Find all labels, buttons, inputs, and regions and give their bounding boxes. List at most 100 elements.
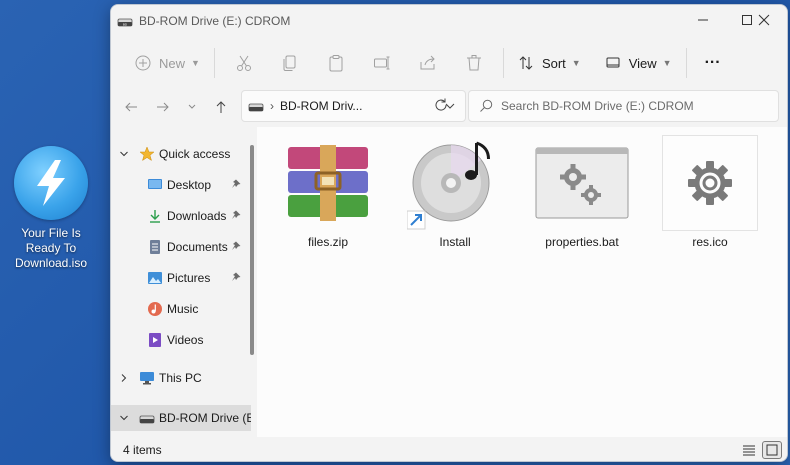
breadcrumb[interactable]: BD-ROM Driv... xyxy=(280,99,362,113)
sidebar-item-quick-access[interactable]: Quick access xyxy=(111,141,251,167)
pin-icon xyxy=(231,209,241,223)
bd-rom-drive-icon xyxy=(248,103,264,112)
details-view-button[interactable] xyxy=(739,441,759,459)
file-explorer-window: BD BD-ROM Drive (E:) CDROM New ▼ Sort ▼ … xyxy=(110,4,788,462)
status-bar: 4 items xyxy=(111,437,787,461)
view-button[interactable]: View ▼ xyxy=(597,47,680,79)
bd-rom-drive-icon: BD xyxy=(117,18,133,27)
sidebar-item-this-pc[interactable]: This PC xyxy=(111,365,251,391)
chevron-down-icon xyxy=(120,415,128,421)
winrar-archive-icon xyxy=(280,135,376,231)
view-icon xyxy=(606,57,620,68)
file-item[interactable]: files.zip xyxy=(273,135,383,249)
rename-icon xyxy=(373,56,390,70)
sidebar-item-label: Documents xyxy=(167,240,228,254)
sidebar-item-documents[interactable]: Documents xyxy=(111,234,251,260)
details-view-icon xyxy=(743,445,755,456)
back-button[interactable] xyxy=(115,92,147,122)
chevron-right-icon xyxy=(121,374,127,382)
title-bar: BD BD-ROM Drive (E:) CDROM xyxy=(111,5,787,37)
window-title: BD-ROM Drive (E:) CDROM xyxy=(139,14,291,28)
computer-icon xyxy=(139,370,155,386)
navigation-pane: Quick access Desktop Downloads Documents… xyxy=(111,127,254,437)
pin-icon xyxy=(231,271,241,285)
new-label: New xyxy=(159,55,186,71)
star-icon xyxy=(139,146,155,162)
recent-locations-button[interactable] xyxy=(179,92,205,122)
copy-icon xyxy=(283,55,296,71)
sidebar-item-label: BD-ROM Drive (E xyxy=(159,411,251,425)
cut-button[interactable] xyxy=(221,47,267,79)
search-icon xyxy=(480,99,493,112)
sidebar-item-music[interactable]: Music xyxy=(111,296,251,322)
paste-button[interactable] xyxy=(313,47,359,79)
sidebar-item-bd-rom-drive[interactable]: BD-ROM Drive (E xyxy=(111,405,251,431)
more-options-button[interactable]: ··· xyxy=(693,47,733,79)
toolbar-divider xyxy=(502,48,504,78)
chevron-down-icon: ▼ xyxy=(191,58,200,68)
more-icon: ··· xyxy=(704,54,721,71)
sidebar-item-label: Music xyxy=(167,302,199,316)
desktop-iso-file[interactable]: Your File Is Ready To Download.iso xyxy=(6,146,96,271)
videos-icon xyxy=(147,332,163,348)
file-item[interactable]: Install xyxy=(400,135,510,249)
share-button[interactable] xyxy=(405,47,451,79)
scissors-icon xyxy=(236,55,251,71)
file-name: properties.bat xyxy=(545,235,619,249)
chevron-right-icon: › xyxy=(270,99,274,113)
desktop-file-label: Your File Is Ready To Download.iso xyxy=(14,226,88,270)
file-name: res.ico xyxy=(692,235,728,249)
new-button[interactable]: New ▼ xyxy=(127,47,208,79)
arrow-left-icon xyxy=(125,102,137,112)
sidebar-item-downloads[interactable]: Downloads xyxy=(111,203,251,229)
sort-button[interactable]: Sort ▼ xyxy=(510,47,589,79)
tiles-view-icon xyxy=(766,444,778,456)
sidebar-item-label: Quick access xyxy=(159,147,231,161)
sidebar-item-pictures[interactable]: Pictures xyxy=(111,265,251,291)
sidebar-item-label: Downloads xyxy=(167,209,227,223)
sidebar-item-videos[interactable]: Videos xyxy=(111,327,251,353)
close-button[interactable] xyxy=(741,5,787,35)
item-count: 4 items xyxy=(123,443,162,457)
sidebar-item-label: Videos xyxy=(167,333,204,347)
file-name: files.zip xyxy=(307,235,348,249)
address-row: › BD-ROM Driv... Search BD-ROM Drive (E:… xyxy=(111,89,787,125)
rename-button[interactable] xyxy=(359,47,405,79)
file-item[interactable]: properties.bat xyxy=(527,135,637,249)
arrow-right-icon xyxy=(157,102,169,112)
sidebar-scrollbar[interactable] xyxy=(250,145,254,355)
desktop-icon xyxy=(147,177,163,193)
main-area: Quick access Desktop Downloads Documents… xyxy=(111,127,787,437)
minimize-icon xyxy=(698,19,708,21)
search-placeholder: Search BD-ROM Drive (E:) CDROM xyxy=(501,99,694,113)
search-input[interactable]: Search BD-ROM Drive (E:) CDROM xyxy=(468,90,779,122)
copy-button[interactable] xyxy=(267,47,313,79)
delete-button[interactable] xyxy=(451,47,497,79)
file-name: Install xyxy=(439,235,471,249)
bd-rom-drive-icon xyxy=(139,410,155,426)
forward-button[interactable] xyxy=(147,92,179,122)
refresh-icon[interactable] xyxy=(433,97,449,113)
file-item[interactable]: res.ico xyxy=(655,135,765,249)
gear-icon xyxy=(662,135,758,231)
plus-circle-icon xyxy=(135,55,151,71)
large-icons-view-button[interactable] xyxy=(762,441,782,459)
up-button[interactable] xyxy=(205,92,237,122)
clipboard-icon xyxy=(329,55,343,72)
sidebar-item-label: Pictures xyxy=(167,271,211,285)
view-label: View xyxy=(628,55,657,71)
sidebar-item-label: Desktop xyxy=(167,178,212,192)
cd-music-shortcut-icon xyxy=(407,135,503,231)
sort-label: Sort xyxy=(541,55,566,71)
download-icon xyxy=(147,208,163,224)
pin-icon xyxy=(231,178,241,192)
chevron-down-icon: ▼ xyxy=(662,58,672,68)
minimize-button[interactable] xyxy=(681,5,725,35)
chevron-down-icon: ▼ xyxy=(571,58,581,68)
chevron-down-icon xyxy=(120,151,128,157)
iso-file-icon xyxy=(14,146,88,220)
arrow-up-icon xyxy=(216,101,226,113)
sidebar-item-desktop[interactable]: Desktop xyxy=(111,172,251,198)
trash-icon xyxy=(466,55,481,71)
toolbar-divider xyxy=(685,48,687,78)
